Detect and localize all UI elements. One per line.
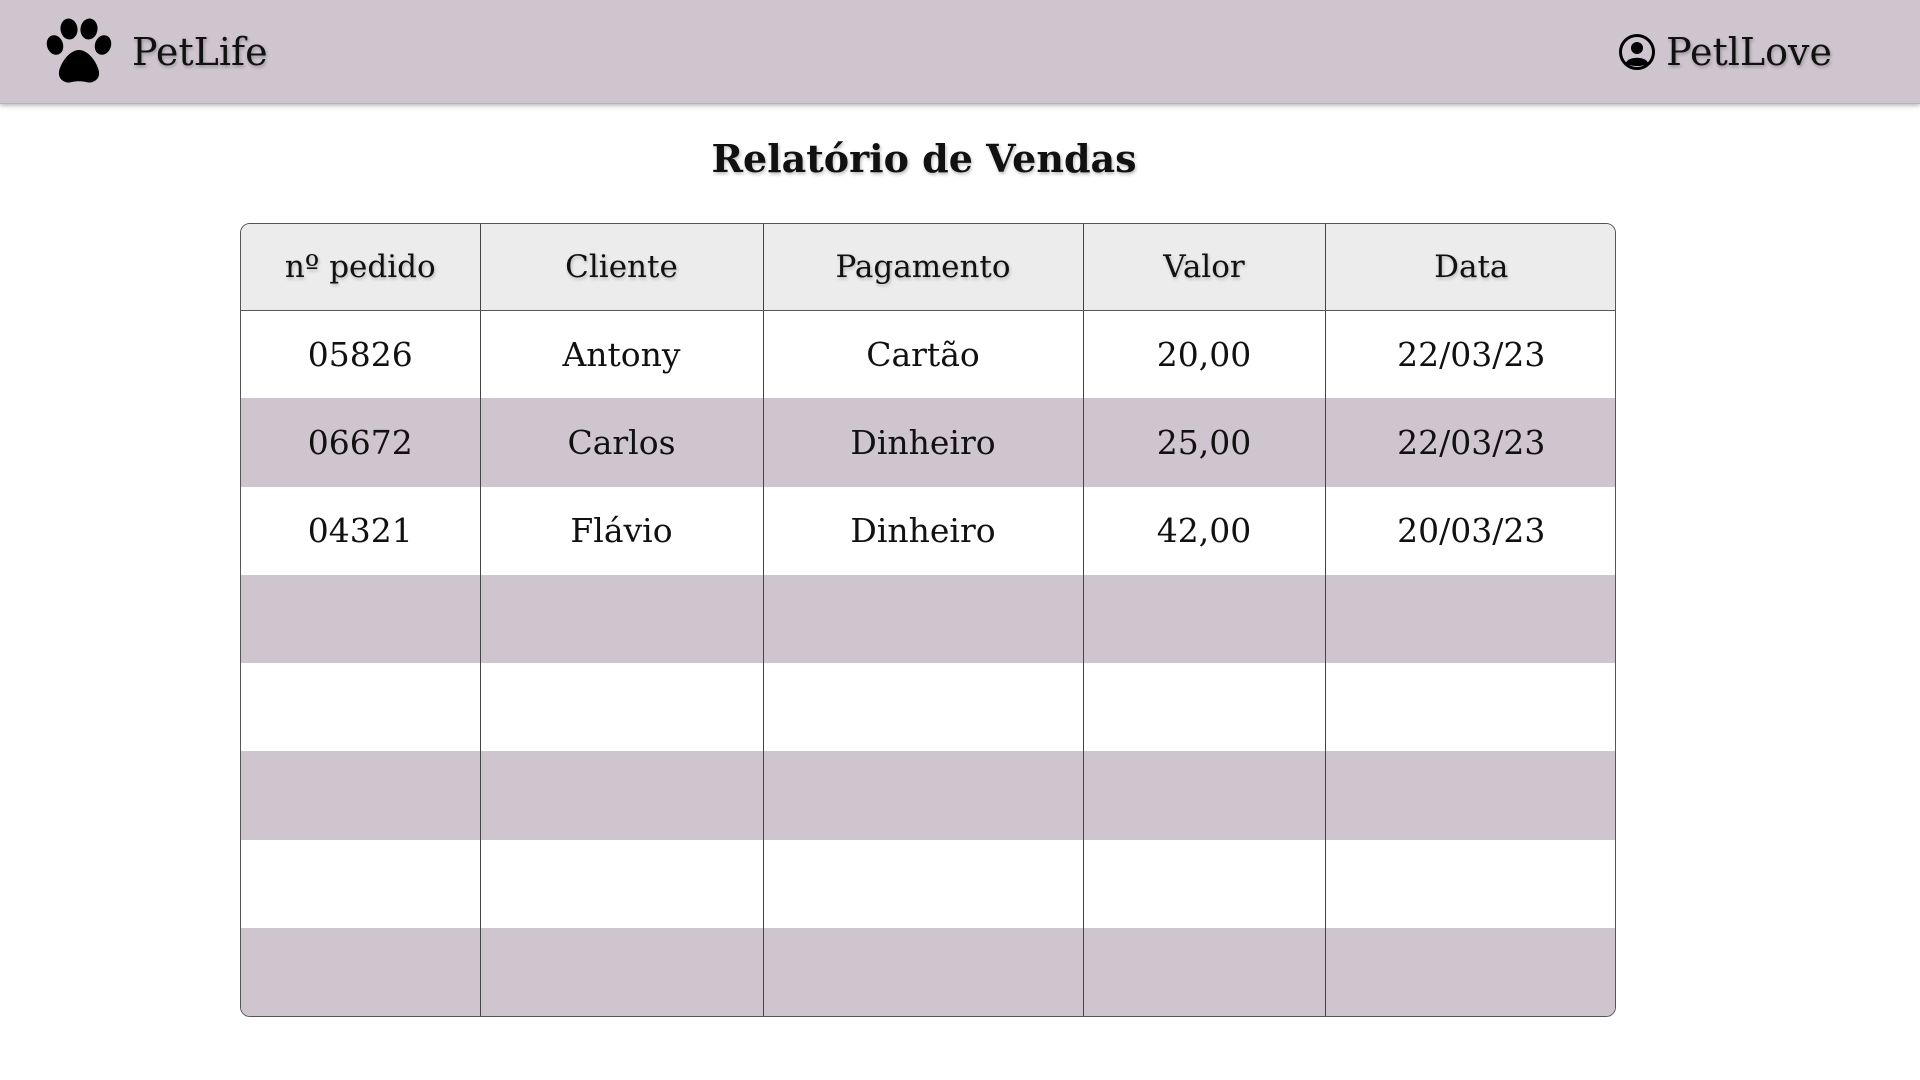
- column-header-payment[interactable]: Pagamento: [762, 224, 1083, 311]
- cell-client: [479, 839, 763, 928]
- cell-value: 42,00: [1082, 486, 1325, 575]
- cell-payment: [762, 751, 1083, 840]
- cell-date: 22/03/23: [1324, 398, 1615, 487]
- cell-client: Carlos: [479, 398, 763, 487]
- user-menu[interactable]: PetlLove: [1618, 24, 1832, 80]
- cell-order-number: [241, 751, 480, 839]
- cell-payment: [762, 927, 1083, 1016]
- cell-client: [479, 663, 763, 752]
- table-row: [241, 574, 1615, 663]
- cell-order-number: [241, 840, 480, 928]
- column-header-client[interactable]: Cliente: [479, 224, 763, 311]
- cell-date: 22/03/23: [1324, 310, 1615, 399]
- cell-payment: [762, 574, 1083, 663]
- cell-value: 25,00: [1082, 398, 1325, 487]
- sales-table: nº pedido Cliente Pagamento Valor Data 0…: [240, 223, 1616, 1017]
- cell-order-number: [241, 928, 480, 1016]
- table-row[interactable]: 04321 Flávio Dinheiro 42,00 20/03/23: [241, 486, 1615, 575]
- table-row[interactable]: 06672 Carlos Dinheiro 25,00 22/03/23: [241, 398, 1615, 487]
- cell-date: [1324, 663, 1615, 752]
- cell-date: [1324, 574, 1615, 663]
- user-name: PetlLove: [1666, 30, 1832, 74]
- cell-client: [479, 574, 763, 663]
- cell-date: [1324, 839, 1615, 928]
- cell-client: Antony: [479, 310, 763, 399]
- cell-value: [1082, 751, 1325, 840]
- cell-client: Flávio: [479, 486, 763, 575]
- cell-order-number: 05826: [307, 334, 413, 374]
- table-row[interactable]: 05826 Antony Cartão 20,00 22/03/23: [241, 310, 1615, 399]
- brand[interactable]: PetLife: [42, 18, 268, 86]
- cell-payment: [762, 839, 1083, 928]
- cell-value: 20,00: [1082, 310, 1325, 399]
- column-header-value[interactable]: Valor: [1082, 224, 1325, 311]
- cell-payment: Dinheiro: [762, 398, 1083, 487]
- cell-value: [1082, 663, 1325, 752]
- column-header-order-number[interactable]: nº pedido: [241, 224, 480, 311]
- cell-client: [479, 927, 763, 1016]
- table-row: [241, 839, 1615, 928]
- column-header-date[interactable]: Data: [1324, 224, 1615, 311]
- cell-payment: [762, 663, 1083, 752]
- cell-order-number: [241, 575, 480, 663]
- table-row: [241, 927, 1615, 1016]
- brand-name: PetLife: [132, 30, 268, 74]
- cell-order-number: [241, 663, 480, 751]
- cell-value: [1082, 927, 1325, 1016]
- cell-date: 20/03/23: [1324, 486, 1615, 575]
- table-row: [241, 663, 1615, 752]
- page-title: Relatório de Vendas: [711, 136, 1137, 181]
- table-row: [241, 751, 1615, 840]
- paw-icon: [46, 18, 112, 83]
- top-bar: PetLife PetlLove: [0, 0, 1920, 104]
- cell-payment: Cartão: [762, 310, 1083, 399]
- table-header-row: nº pedido Cliente Pagamento Valor Data: [241, 224, 1615, 311]
- user-circle-icon: [1619, 34, 1656, 70]
- cell-value: [1082, 839, 1325, 928]
- cell-date: [1324, 927, 1615, 1016]
- cell-client: [479, 751, 763, 840]
- cell-order-number: 04321: [307, 511, 413, 551]
- cell-payment: Dinheiro: [762, 486, 1083, 575]
- cell-value: [1082, 574, 1325, 663]
- cell-order-number: 06672: [307, 422, 413, 462]
- cell-date: [1324, 751, 1615, 840]
